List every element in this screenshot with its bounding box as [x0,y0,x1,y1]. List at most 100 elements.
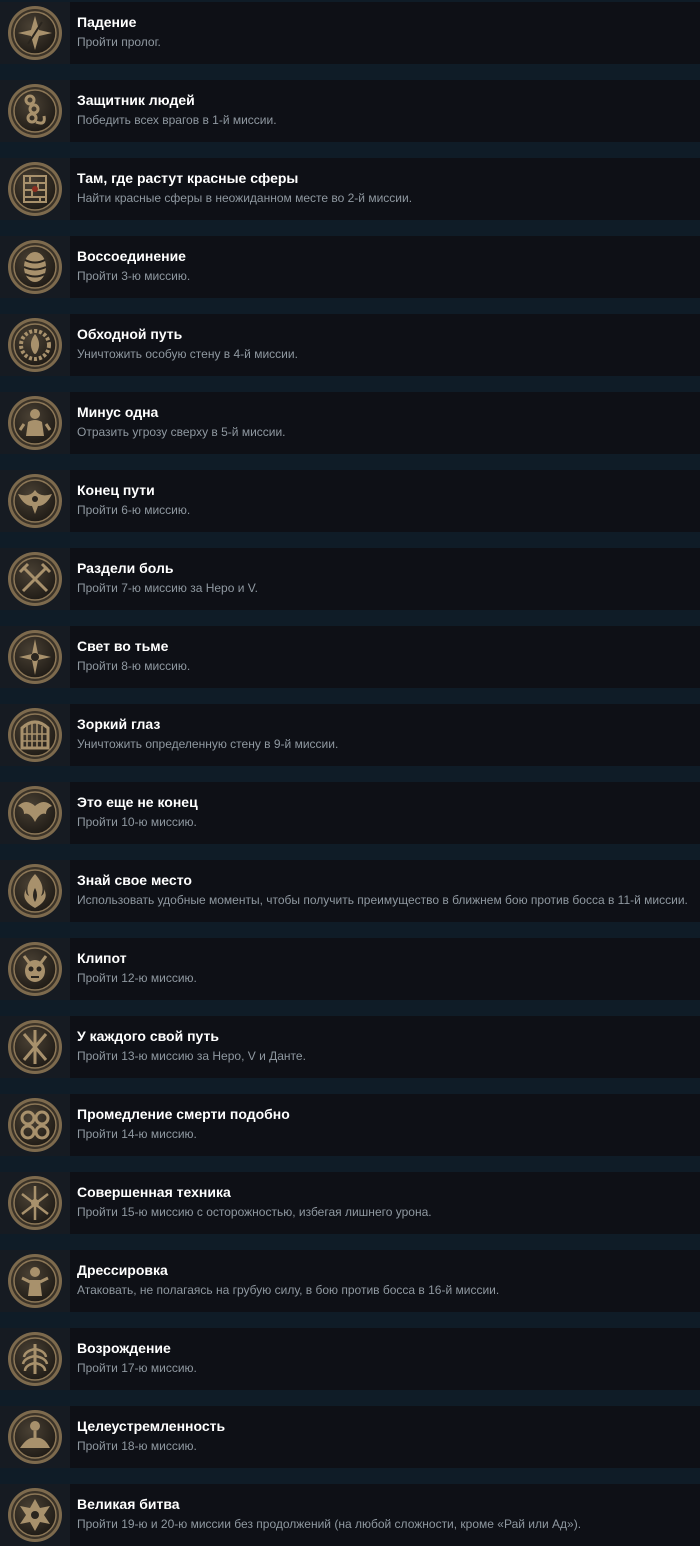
achievement-title: Промедление смерти подобно [77,1106,290,1122]
ruined-wall-medal-icon [6,160,64,218]
portcullis-medal-icon [6,706,64,764]
achievement-title: Зоркий глаз [77,716,161,732]
flame-medal-icon [6,862,64,920]
achievement-text: Защитник людей Победить всех врагов в 1-й… [70,79,277,141]
achievement-icon-cell [0,860,70,922]
achievement-description: Использовать удобные моменты, чтобы полу… [77,893,688,907]
achievement-row[interactable]: Свет во тьме Пройти 8-ю миссию. [0,626,700,688]
tentacles-medal-icon [6,1096,64,1154]
achievement-description: Найти красные сферы в неожиданном месте … [77,191,413,205]
achievement-title: Совершенная техника [77,1184,231,1200]
achievement-text: Падение Пройти пролог. [70,1,161,63]
great-battle-medal-icon [6,1486,64,1544]
achievement-row[interactable]: Защитник людей Победить всех врагов в 1-й… [0,80,700,142]
achievement-row[interactable]: Конец пути Пройти 6-ю миссию. [0,470,700,532]
achievement-icon-cell [0,470,70,532]
weapons-medal-icon [6,1174,64,1232]
achievement-title: Возрождение [77,1340,171,1356]
chain-medal-icon [6,82,64,140]
achievement-row[interactable]: Дрессировка Атаковать, не полагаясь на гр… [0,1250,700,1312]
achievement-row[interactable]: Знай свое место Использовать удобные моме… [0,860,700,922]
achievement-row[interactable]: Воссоединение Пройти 3-ю миссию. [0,236,700,298]
bat-wings-medal-icon [6,784,64,842]
achievement-description: Победить всех врагов в 1-й миссии. [77,113,277,127]
achievement-title: Знай свое место [77,872,192,888]
achievement-description: Пройти 13-ю миссию за Неро, V и Данте. [77,1049,306,1063]
achievement-description: Пройти 15-ю миссию с осторожностью, избе… [77,1205,432,1219]
achievement-description: Пройти 10-ю миссию. [77,815,197,829]
tamer-medal-icon [6,1252,64,1310]
achievement-text: Совершенная техника Пройти 15-ю миссию с … [70,1171,432,1233]
demon-skull-medal-icon [6,940,64,998]
achievement-text: Дрессировка Атаковать, не полагаясь на гр… [70,1249,499,1311]
achievement-title: Падение [77,14,137,30]
achievement-text: Знай свое место Использовать удобные моме… [70,859,688,921]
achievement-description: Пройти 14-ю миссию. [77,1127,197,1141]
achievement-icon-cell [0,704,70,766]
achievement-icon-cell [0,1250,70,1312]
achievement-icon-cell [0,1406,70,1468]
achievement-text: Конец пути Пройти 6-ю миссию. [70,469,190,531]
achievement-row[interactable]: Возрождение Пройти 17-ю миссию. [0,1328,700,1390]
achievement-icon-cell [0,236,70,298]
achievement-row[interactable]: Великая битва Пройти 19-ю и 20-ю миссии б… [0,1484,700,1546]
achievement-icon-cell [0,392,70,454]
falling-star-medal-icon [6,4,64,62]
achievement-description: Пройти 8-ю миссию. [77,659,191,673]
achievement-text: Великая битва Пройти 19-ю и 20-ю миссии б… [70,1483,581,1545]
achievement-row[interactable]: Там, где растут красные сферы Найти красн… [0,158,700,220]
achievement-title: Минус одна [77,404,159,420]
achievement-description: Атаковать, не полагаясь на грубую силу, … [77,1283,500,1297]
achievement-row[interactable]: Промедление смерти подобно Пройти 14-ю ми… [0,1094,700,1156]
achievement-title: Обходной путь [77,326,183,342]
achievement-title: Великая битва [77,1496,180,1512]
achievement-description: Пройти 19-ю и 20-ю миссии без продолжени… [77,1517,582,1531]
achievement-title: Защитник людей [77,92,195,108]
achievement-row[interactable]: Раздели боль Пройти 7-ю миссию за Неро и … [0,548,700,610]
achievement-text: Промедление смерти подобно Пройти 14-ю ми… [70,1093,290,1155]
light-star-medal-icon [6,628,64,686]
achievement-text: Раздели боль Пройти 7-ю миссию за Неро и … [70,547,258,609]
achievement-text: Обходной путь Уничтожить особую стену в 4… [70,313,298,375]
achievement-text: Это еще не конец Пройти 10-ю миссию. [70,781,198,843]
achievement-title: Дрессировка [77,1262,168,1278]
achievement-icon-cell [0,314,70,376]
gear-flame-medal-icon [6,316,64,374]
achievement-row[interactable]: Это еще не конец Пройти 10-ю миссию. [0,782,700,844]
achievement-title: Конец пути [77,482,155,498]
achievement-icon-cell [0,2,70,64]
achievement-description: Пройти 3-ю миссию. [77,269,191,283]
achievement-icon-cell [0,1172,70,1234]
achievement-text: Клипот Пройти 12-ю миссию. [70,937,197,999]
achievement-row[interactable]: Совершенная техника Пройти 15-ю миссию с … [0,1172,700,1234]
achievement-description: Пройти пролог. [77,35,161,49]
achievement-description: Пройти 7-ю миссию за Неро и V. [77,581,259,595]
statue-medal-icon [6,394,64,452]
achievement-text: Воссоединение Пройти 3-ю миссию. [70,235,190,297]
achievement-description: Пройти 17-ю миссию. [77,1361,197,1375]
rider-medal-icon [6,1408,64,1466]
achievement-description: Пройти 12-ю миссию. [77,971,197,985]
achievement-row[interactable]: У каждого свой путь Пройти 13-ю миссию за… [0,1016,700,1078]
achievement-icon-cell [0,1328,70,1390]
achievement-row[interactable]: Зоркий глаз Уничтожить определенную стену… [0,704,700,766]
achievement-icon-cell [0,626,70,688]
achievement-row[interactable]: Целеустремленность Пройти 18-ю миссию. [0,1406,700,1468]
achievement-icon-cell [0,158,70,220]
achievement-title: Раздели боль [77,560,174,576]
achievement-row[interactable]: Обходной путь Уничтожить особую стену в 4… [0,314,700,376]
achievement-row[interactable]: Клипот Пройти 12-ю миссию. [0,938,700,1000]
achievement-row[interactable]: Минус одна Отразить угрозу сверху в 5-й м… [0,392,700,454]
achievement-description: Пройти 18-ю миссию. [77,1439,197,1453]
achievement-title: Это еще не конец [77,794,198,810]
achievement-icon-cell [0,548,70,610]
three-blades-medal-icon [6,1018,64,1076]
achievement-icon-cell [0,938,70,1000]
achievement-text: Там, где растут красные сферы Найти красн… [70,157,412,219]
achievement-text: Целеустремленность Пройти 18-ю миссию. [70,1405,225,1467]
achievement-row[interactable]: Падение Пройти пролог. [0,2,700,64]
achievement-description: Пройти 6-ю миссию. [77,503,191,517]
achievement-description: Уничтожить определенную стену в 9-й мисс… [77,737,339,751]
achievement-title: Воссоединение [77,248,186,264]
achievement-icon-cell [0,80,70,142]
